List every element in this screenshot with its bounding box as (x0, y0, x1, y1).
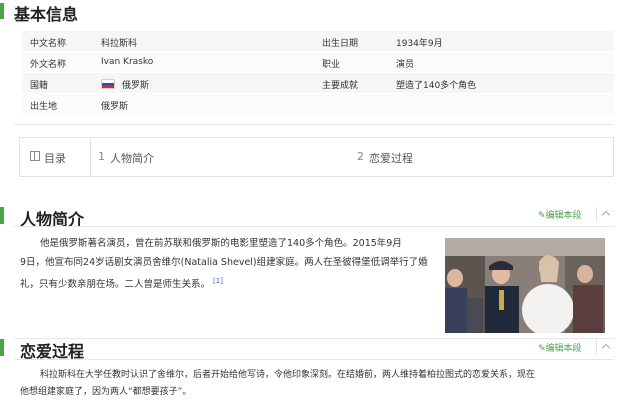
info-value: 俄罗斯 (101, 102, 129, 112)
info-label: 主要成就 (322, 81, 359, 91)
intro-line: 他是俄罗斯著名演员，曾在前苏联和俄罗斯的电影里塑造了140多个角色。2015年9… (40, 238, 402, 249)
pencil-icon: ✎ (538, 344, 546, 354)
basic-info-title: 基本信息 (14, 5, 79, 24)
reference-link[interactable]: [1] (213, 277, 223, 285)
info-label: 出生日期 (322, 39, 359, 49)
info-value: Ivan Krasko (101, 57, 154, 67)
info-value: 塑造了140多个角色 (396, 81, 477, 91)
pencil-icon: ✎ (538, 211, 546, 221)
info-label: 中文名称 (30, 39, 67, 49)
divider (14, 338, 614, 339)
toc-item-num: 2 (357, 150, 364, 163)
info-value: 俄罗斯 (122, 81, 150, 91)
edit-section-button[interactable]: ✎编辑本段 (538, 208, 582, 221)
table-of-contents: 目录 1 人物简介 2 恋爱过程 (19, 137, 614, 177)
toc-item-num: 1 (98, 150, 105, 163)
intro-line: 礼，只有少数亲朋在场。二人曾是师生关系。 [1] (20, 272, 223, 294)
edit-section-button[interactable]: ✎编辑本段 (538, 341, 582, 354)
collapse-chevron-icon[interactable] (596, 340, 613, 354)
info-value: 1934年9月 (396, 39, 443, 49)
info-label: 外文名称 (30, 60, 67, 70)
info-label: 职业 (322, 60, 341, 70)
info-label: 出生地 (30, 102, 58, 112)
divider (14, 124, 614, 125)
toc-title: 目录 (44, 152, 66, 165)
section-marker (0, 3, 4, 19)
info-value: 演员 (396, 60, 415, 70)
intro-line: 9日，他宣布同24岁话剧女演员舍维尔(Natalia Shevel)组建家庭。两… (20, 257, 428, 268)
info-value: 科拉斯科 (101, 39, 138, 49)
toc-item-love[interactable]: 恋爱过程 (369, 150, 413, 166)
love-line: 他想组建家庭了，因为两人“都想要孩子”。 (20, 387, 192, 397)
toc-item-intro[interactable]: 人物简介 (110, 150, 154, 166)
wedding-photo (445, 238, 605, 333)
divider (14, 359, 614, 360)
divider (14, 226, 614, 227)
collapse-chevron-icon[interactable] (596, 207, 613, 221)
intro-text: 礼，只有少数亲朋在场。二人曾是师生关系。 (20, 279, 211, 291)
section-marker (0, 339, 4, 356)
russia-flag-icon (101, 79, 115, 89)
catalog-icon (30, 151, 40, 161)
section-marker (0, 207, 4, 224)
info-label: 国籍 (30, 81, 49, 91)
toc-header: 目录 (20, 138, 91, 176)
